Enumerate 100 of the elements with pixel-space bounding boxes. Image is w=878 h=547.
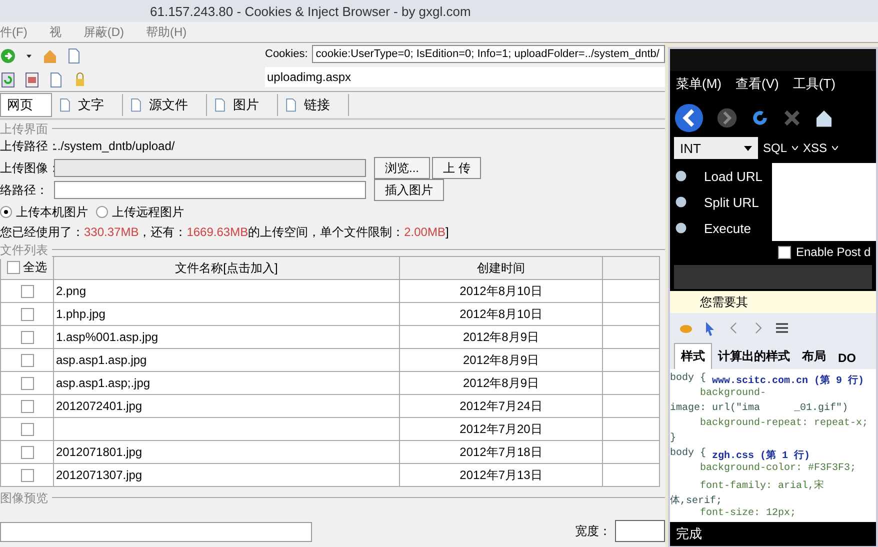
section-legend: 上传界面	[0, 121, 52, 138]
menu-item[interactable]: 工具(T)	[792, 75, 836, 97]
action-item[interactable]: Execute	[670, 217, 766, 239]
page-icon[interactable]	[129, 98, 143, 112]
mode-dropdown[interactable]: INT	[674, 137, 758, 159]
date-cell: 2012年7月13日	[460, 468, 542, 482]
page-icon[interactable]	[58, 98, 72, 112]
devtools-tab[interactable]: DO	[832, 347, 862, 369]
picture-icon[interactable]	[24, 72, 40, 88]
checkbox[interactable]	[778, 246, 791, 258]
address-field[interactable]: uploadimg.aspx	[265, 67, 665, 87]
radio-label[interactable]: 上传本机图片	[16, 204, 88, 220]
page-icon[interactable]	[48, 72, 64, 88]
menu-item[interactable]: 菜单(M)	[676, 75, 722, 97]
menu-item[interactable]: 帮助(H)	[146, 24, 187, 40]
radio-button[interactable]	[96, 206, 108, 218]
width-field[interactable]	[615, 520, 665, 542]
menu-item[interactable]: 件(F)	[0, 24, 28, 40]
devtools-tab[interactable]: 布局	[796, 344, 832, 369]
tool-menu[interactable]: SQL	[763, 141, 788, 155]
checkbox[interactable]	[20, 308, 34, 322]
file-name[interactable]: 2012072401.jpg	[56, 399, 142, 413]
checkbox[interactable]	[20, 285, 34, 298]
notification-text: 您需要其	[670, 291, 876, 313]
caret-icon[interactable]	[792, 146, 798, 150]
insert-image-button[interactable]: 插入图片	[374, 179, 444, 201]
date-cell: 2012年8月9日	[462, 330, 540, 344]
home-icon[interactable]	[814, 108, 834, 128]
forward-icon[interactable]	[0, 48, 16, 64]
checkbox[interactable]	[20, 377, 34, 390]
file-name[interactable]: asp.asp1.asp.jpg	[56, 353, 147, 367]
tab[interactable]: 源文件	[123, 94, 207, 116]
tab[interactable]: 网页	[0, 93, 52, 117]
checkbox[interactable]	[20, 331, 34, 344]
close-icon[interactable]	[782, 108, 802, 128]
checkbox[interactable]	[7, 261, 20, 274]
usage-text: 您已经使用了：330.37MB，还有：1669.63MB的上传空间，单个文件限制：2.00MB]	[0, 224, 450, 241]
section-legend: 文件列表	[0, 242, 52, 259]
date-cell: 2012年7月20日	[460, 422, 542, 436]
action-icon[interactable]	[674, 221, 688, 235]
field-label: 络路径：	[0, 182, 49, 198]
code-line: _01.gif")	[794, 403, 848, 416]
file-name[interactable]: 2.png	[56, 284, 86, 298]
file-name[interactable]: 2012071801.jpg	[56, 445, 142, 459]
checkbox[interactable]	[20, 423, 34, 436]
code-line: body {	[670, 373, 706, 386]
window-title: 61.157.243.80 - Cookies & Inject Browser - by gxgl.com	[0, 0, 878, 22]
browse-button[interactable]: 浏览...	[374, 157, 430, 179]
cookies-label: Cookies:	[265, 48, 308, 60]
section-legend: 图像预览	[0, 490, 52, 507]
forward-icon[interactable]	[716, 107, 738, 129]
code-line: background-repeat: repeat-x;	[700, 418, 868, 431]
code-line: font-size: 12px;	[700, 508, 796, 521]
tab[interactable]: 链接	[278, 94, 349, 116]
menu-item[interactable]: 屏蔽(D)	[83, 24, 124, 40]
tool-menu[interactable]: XSS	[803, 141, 828, 155]
page-icon[interactable]	[213, 98, 227, 112]
dropdown-arrow-icon[interactable]	[744, 146, 752, 150]
menu-item[interactable]: 查看(V)	[736, 75, 779, 97]
action-item[interactable]: Split URL	[670, 191, 766, 213]
checkbox[interactable]	[20, 354, 34, 368]
upload-button[interactable]: 上 传	[432, 157, 482, 179]
code-line: background-	[700, 388, 766, 401]
radio-label[interactable]: 上传远程图片	[112, 204, 184, 220]
action-icon[interactable]	[674, 169, 688, 183]
tab[interactable]: 图片	[207, 94, 278, 116]
checkbox[interactable]	[20, 446, 34, 460]
radio-button[interactable]	[0, 206, 12, 218]
cookies-field[interactable]: cookie:UserType=0; IsEdition=0; Info=1; uploadFolder=../system_dntb/	[312, 45, 665, 63]
date-cell: 2012年8月10日	[460, 306, 542, 320]
action-item[interactable]: Load URL	[670, 165, 766, 187]
code-line: image: url("ima	[670, 403, 760, 416]
source-link[interactable]: zgh.css (第 1 行)	[712, 448, 810, 463]
url-field[interactable]	[54, 181, 366, 199]
refresh-icon[interactable]	[0, 72, 16, 88]
action-icon[interactable]	[674, 195, 688, 209]
code-line: body {	[670, 448, 706, 461]
width-label: 宽度：	[575, 522, 611, 540]
file-name[interactable]: 1.php.jpg	[56, 307, 106, 321]
column-header: 文件名称[点击加入]	[54, 256, 400, 280]
devtools-tab[interactable]: 样式	[674, 343, 712, 369]
checkbox[interactable]	[20, 469, 34, 482]
file-name[interactable]: 1.asp%001.asp.jpg	[56, 330, 158, 344]
file-field[interactable]	[54, 159, 366, 177]
post-label[interactable]: Enable Post d	[796, 245, 871, 259]
date-cell: 2012年8月10日	[460, 284, 542, 298]
page-icon[interactable]	[284, 98, 298, 112]
menu-item[interactable]: 视	[49, 24, 62, 40]
refresh-icon[interactable]	[750, 108, 770, 128]
file-name[interactable]: asp.asp1.asp;.jpg	[56, 376, 150, 390]
checkbox[interactable]	[20, 400, 34, 414]
back-icon[interactable]	[674, 103, 704, 133]
caret-icon[interactable]	[832, 146, 838, 150]
tab[interactable]: 文字	[52, 94, 123, 116]
file-name[interactable]: 2012071307.jpg	[56, 468, 142, 482]
source-link[interactable]: www.scitc.com.cn (第 9 行)	[712, 373, 864, 388]
devtools-tab[interactable]: 计算出的样式	[712, 344, 796, 369]
page-icon[interactable]	[66, 48, 82, 64]
date-cell: 2012年8月9日	[462, 376, 540, 390]
date-cell: 2012年7月24日	[460, 398, 542, 412]
